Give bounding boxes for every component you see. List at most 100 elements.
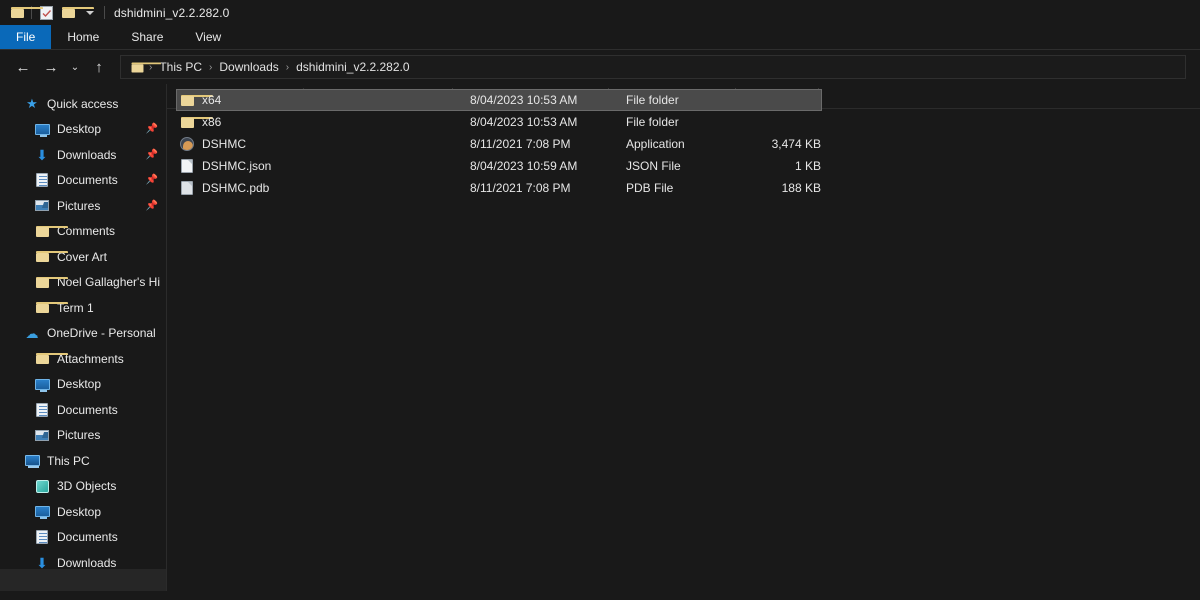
3d-objects-icon — [34, 478, 50, 494]
cell-type: File folder — [626, 93, 679, 107]
pc-icon — [24, 453, 40, 469]
ribbon-tabs: File Home Share View — [0, 25, 1200, 49]
folder-icon — [34, 274, 50, 290]
sidebar-item-label: Pictures — [57, 428, 100, 442]
cell-type: Application — [626, 137, 685, 151]
up-icon[interactable]: ↑ — [86, 54, 112, 80]
sidebar-item-label: Downloads — [57, 556, 116, 570]
pin-icon[interactable]: 📌 — [146, 149, 158, 160]
sidebar-item-documents[interactable]: Documents — [0, 525, 166, 551]
tab-share[interactable]: Share — [115, 25, 179, 49]
back-icon[interactable]: ← — [10, 54, 36, 80]
sidebar-item-pictures[interactable]: Pictures 📌 — [0, 193, 166, 219]
sidebar-item-desktop[interactable]: Desktop — [0, 372, 166, 398]
sidebar-item-quick-access[interactable]: ★Quick access — [0, 91, 166, 117]
cloud-icon: ☁ — [24, 325, 40, 341]
sidebar-item-desktop[interactable]: Desktop 📌 — [0, 117, 166, 143]
document-icon — [34, 529, 50, 545]
sidebar-item-documents[interactable]: Documents 📌 — [0, 168, 166, 194]
cell-type: JSON File — [626, 159, 681, 173]
folder-icon[interactable] — [6, 0, 28, 25]
cell-size: 1 KB — [701, 159, 821, 173]
sidebar-item-noel-gallagher-s-hi[interactable]: Noel Gallagher's Hi — [0, 270, 166, 296]
pictures-icon — [34, 198, 50, 214]
navigation-pane[interactable]: ★Quick accessDesktop📌⬇Downloads📌Document… — [0, 84, 167, 591]
table-row[interactable]: x64 8/04/2023 10:53 AM File folder — [176, 89, 822, 111]
desktop-icon — [34, 376, 50, 392]
tab-file[interactable]: File — [0, 25, 51, 49]
folder-icon — [128, 55, 146, 80]
table-row[interactable]: DSHMC.json8/04/2023 10:59 AMJSON File1 K… — [176, 155, 822, 177]
cell-date-modified: 8/04/2023 10:53 AM — [470, 93, 577, 107]
cell-date-modified: 8/11/2021 7:08 PM — [470, 181, 571, 195]
file-list-pane[interactable]: Name▴Date modifiedTypeSize x648/04/2023 … — [167, 84, 1200, 591]
document-icon — [34, 172, 50, 188]
sidebar-item-label: Noel Gallagher's Hi — [57, 275, 160, 289]
breadcrumb-current[interactable]: dshidmini_v2.2.282.0 — [292, 60, 413, 74]
cell-type: PDB File — [626, 181, 673, 195]
sidebar-item-label: Desktop — [57, 377, 101, 391]
divider — [104, 6, 105, 19]
sidebar-item-label: Desktop — [57, 505, 101, 519]
new-folder-icon[interactable] — [57, 0, 79, 25]
cell-name: x64 — [202, 93, 221, 107]
pin-icon[interactable]: 📌 — [146, 175, 158, 186]
sidebar-item-3d-objects[interactable]: 3D Objects — [0, 474, 166, 500]
cell-name: x86 — [202, 115, 221, 129]
tab-home[interactable]: Home — [51, 25, 115, 49]
folder-icon — [34, 249, 50, 265]
tab-view[interactable]: View — [179, 25, 237, 49]
folder-icon — [34, 223, 50, 239]
sidebar-item-label: Documents — [57, 173, 118, 187]
title-bar: dshidmini_v2.2.282.0 — [0, 0, 1200, 25]
folder-icon — [34, 351, 50, 367]
sidebar-item-label: 3D Objects — [57, 479, 116, 493]
sidebar-item-downloads[interactable]: ⬇Downloads📌 — [0, 142, 166, 168]
sidebar-item-onedrive-personal[interactable]: ☁OneDrive - Personal — [0, 321, 166, 347]
sidebar-item-documents[interactable]: Documents — [0, 397, 166, 423]
table-row[interactable]: DSHMC.pdb 8/11/2021 7:08 PM PDB File 188 KB — [176, 177, 822, 199]
sidebar-item-pictures[interactable]: Pictures — [0, 423, 166, 449]
address-bar[interactable]: › This PC › Downloads › dshidmini_v2.2.2… — [120, 55, 1186, 79]
star-icon: ★ — [24, 96, 40, 112]
pictures-icon — [34, 427, 50, 443]
pin-icon[interactable]: 📌 — [146, 124, 158, 135]
sidebar-item-term-1[interactable]: Term 1 — [0, 295, 166, 321]
breadcrumb-separator: › — [208, 62, 213, 73]
sidebar-item-this-pc[interactable]: This PC — [0, 448, 166, 474]
download-icon: ⬇ — [34, 147, 50, 163]
desktop-icon — [34, 504, 50, 520]
cell-type: File folder — [626, 115, 679, 129]
customize-chevron-icon[interactable] — [79, 0, 101, 25]
cell-name: DSHMC.pdb — [202, 181, 269, 195]
json-file-icon — [179, 158, 195, 174]
sidebar-scroll-highlight[interactable] — [0, 569, 167, 591]
cell-date-modified: 8/04/2023 10:53 AM — [470, 115, 577, 129]
pin-icon[interactable]: 📌 — [146, 200, 158, 211]
sidebar-item-comments[interactable]: Comments — [0, 219, 166, 245]
sidebar-item-desktop[interactable]: Desktop — [0, 499, 166, 525]
folder-icon — [179, 92, 195, 108]
sidebar-item-label: Pictures — [57, 199, 100, 213]
breadcrumb-downloads[interactable]: Downloads — [215, 60, 282, 74]
cell-name: DSHMC — [202, 137, 246, 151]
desktop-icon — [34, 121, 50, 137]
window-title: dshidmini_v2.2.282.0 — [114, 6, 229, 20]
sidebar-item-attachments[interactable]: Attachments — [0, 346, 166, 372]
sidebar-item-label: Documents — [57, 403, 118, 417]
document-icon — [34, 402, 50, 418]
forward-icon[interactable]: → — [38, 54, 64, 80]
folder-icon — [179, 114, 195, 130]
sidebar-item-cover-art[interactable]: Cover Art — [0, 244, 166, 270]
cell-date-modified: 8/04/2023 10:59 AM — [470, 159, 577, 173]
pdb-file-icon — [179, 180, 195, 196]
cell-size: 188 KB — [701, 181, 821, 195]
navigation-bar: ← → ⌄ ↑ › This PC › Downloads › dshidmin… — [0, 50, 1200, 84]
breadcrumb-separator: › — [285, 62, 290, 73]
table-row[interactable]: DSHMC8/11/2021 7:08 PMApplication3,474 K… — [176, 133, 822, 155]
properties-checkmark-icon[interactable] — [35, 0, 57, 25]
table-row[interactable]: x86 8/04/2023 10:53 AM File folder — [176, 111, 822, 133]
sidebar-item-label: Desktop — [57, 122, 101, 136]
breadcrumb-this-pc[interactable]: This PC — [155, 60, 206, 74]
recent-locations-icon[interactable]: ⌄ — [66, 54, 84, 80]
